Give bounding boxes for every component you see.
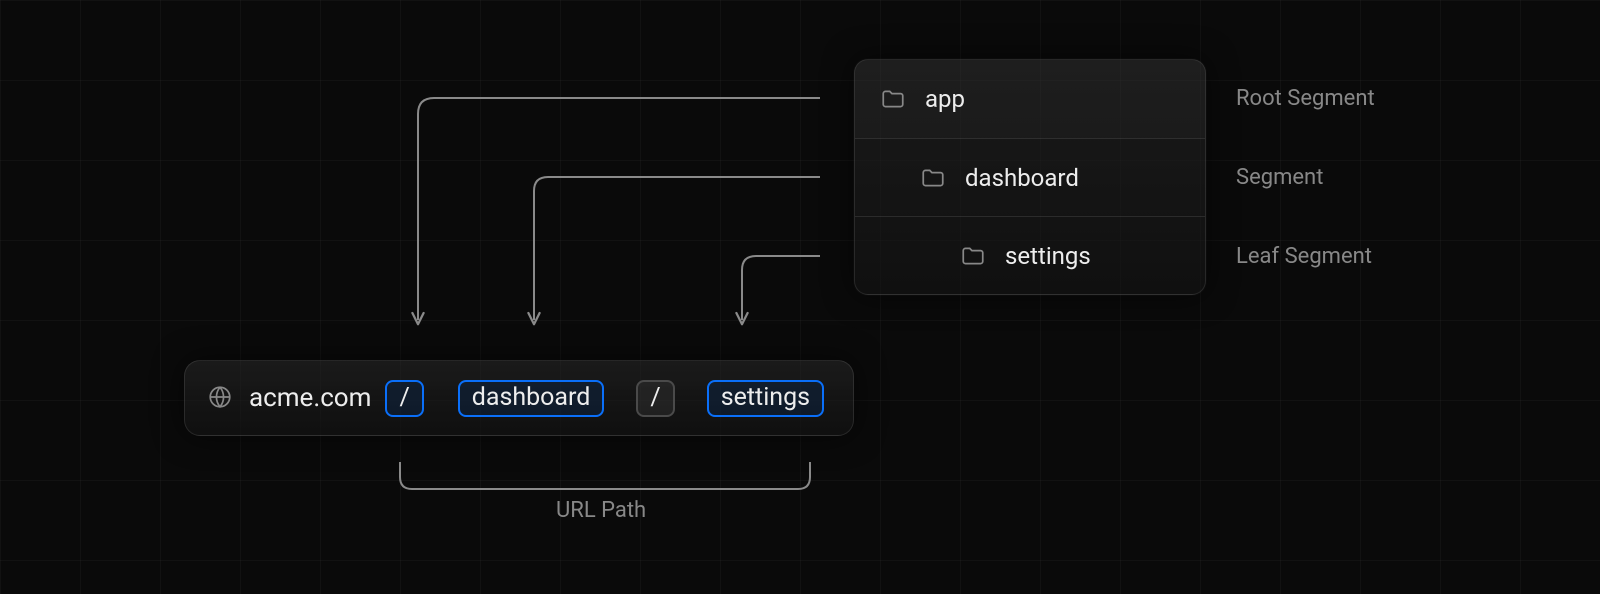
tree-label-app: app (925, 85, 965, 113)
globe-icon (207, 384, 235, 412)
url-domain: acme.com (249, 383, 371, 413)
url-path-caption: URL Path (556, 498, 646, 523)
folder-icon (879, 85, 907, 113)
url-segment-settings: settings (707, 380, 824, 417)
url-segment-dashboard: dashboard (458, 380, 605, 417)
folder-icon (959, 242, 987, 270)
tree-label-settings: settings (1005, 242, 1091, 270)
tree-row-dashboard: dashboard (855, 138, 1205, 216)
segment-label-middle: Segment (1236, 165, 1323, 190)
folder-icon (919, 164, 947, 192)
url-slash-root: / (385, 380, 423, 417)
url-slash-1: / (636, 380, 674, 417)
url-bar: acme.com / dashboard / settings (184, 360, 854, 436)
route-folder-tree: app dashboard settings (854, 59, 1206, 295)
tree-row-app: app (855, 60, 1205, 138)
tree-label-dashboard: dashboard (965, 164, 1079, 192)
segment-label-leaf: Leaf Segment (1236, 244, 1372, 269)
tree-row-settings: settings (855, 216, 1205, 294)
segment-label-root: Root Segment (1236, 86, 1375, 111)
